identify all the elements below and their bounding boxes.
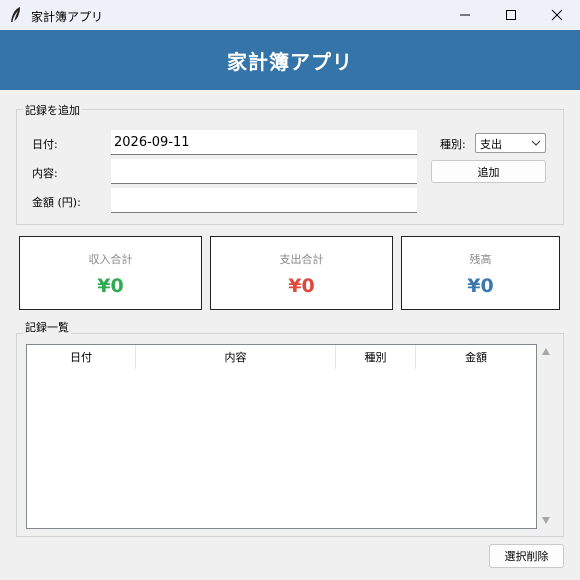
column-header-type[interactable]: 種別	[336, 345, 416, 369]
expense-total-label: 支出合計	[279, 253, 324, 266]
income-summary-card: 収入合計 ¥0	[19, 236, 202, 310]
type-select[interactable]: 支出	[475, 133, 546, 153]
delete-selected-button[interactable]: 選択削除	[489, 544, 564, 568]
window-titlebar: 家計簿アプリ	[0, 0, 580, 30]
column-header-amount[interactable]: 金額	[416, 345, 536, 369]
feather-icon	[11, 7, 20, 22]
type-label: 種別:	[440, 138, 466, 151]
description-input[interactable]	[111, 159, 417, 184]
maximize-button[interactable]	[488, 0, 534, 30]
amount-label: 金額 (円):	[32, 196, 81, 209]
maximize-icon	[506, 10, 516, 20]
records-table-header: 日付 内容 種別 金額	[27, 345, 536, 369]
app-header-banner: 家計簿アプリ	[0, 30, 580, 90]
expense-total-value: ¥0	[288, 275, 315, 297]
balance-label: 残高	[469, 253, 492, 266]
add-button[interactable]: 追加	[431, 160, 546, 183]
records-table[interactable]: 日付 内容 種別 金額	[26, 344, 537, 529]
type-select-value: 支出	[480, 138, 502, 151]
minimize-button[interactable]	[442, 0, 488, 30]
records-group-label: 記録一覧	[23, 319, 71, 335]
balance-summary-card: 残高 ¥0	[401, 236, 560, 310]
income-total-label: 収入合計	[88, 253, 133, 266]
close-icon	[551, 9, 563, 21]
description-label: 内容:	[32, 167, 58, 180]
app-title: 家計簿アプリ	[227, 49, 353, 74]
column-header-date[interactable]: 日付	[27, 345, 136, 369]
expense-summary-card: 支出合計 ¥0	[210, 236, 393, 310]
income-total-value: ¥0	[97, 275, 124, 297]
balance-value: ¥0	[467, 275, 494, 297]
amount-input[interactable]	[111, 188, 417, 213]
scroll-down-icon[interactable]	[541, 516, 551, 525]
chevron-down-icon	[531, 140, 541, 146]
scroll-up-icon[interactable]	[541, 347, 551, 356]
date-label: 日付:	[32, 138, 58, 151]
close-button[interactable]	[534, 0, 580, 30]
window-title: 家計簿アプリ	[31, 10, 104, 24]
add-record-group-label: 記録を追加	[23, 102, 82, 118]
column-header-description[interactable]: 内容	[136, 345, 336, 369]
minimize-icon	[460, 14, 470, 16]
date-input[interactable]	[111, 130, 417, 155]
